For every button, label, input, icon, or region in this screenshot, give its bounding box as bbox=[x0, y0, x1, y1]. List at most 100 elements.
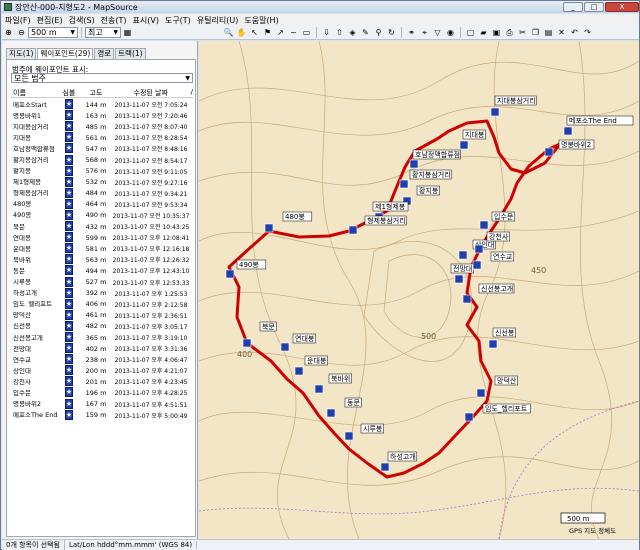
menu-search[interactable]: 검색(S) bbox=[66, 15, 98, 26]
map-waypoint[interactable]: 황지봉 bbox=[402, 185, 440, 206]
route-icon[interactable]: ⚲ bbox=[373, 27, 384, 38]
draw-icon[interactable]: ✎ bbox=[360, 27, 371, 38]
menu-file[interactable]: 파일(F) bbox=[2, 15, 34, 26]
map-waypoint[interactable]: 지대봉삼거리 bbox=[490, 95, 537, 117]
map-waypoint[interactable]: 북바위 bbox=[314, 373, 352, 394]
zoom-scale-select[interactable]: 500 m ▼ bbox=[28, 27, 78, 38]
waypoint-row[interactable]: 제1형제봉 ★ 532 m 2013-11-07 오전 9:27:16 bbox=[11, 176, 193, 188]
send-device-icon[interactable]: ⇧ bbox=[334, 27, 345, 38]
menu-transfer[interactable]: 전송(T) bbox=[98, 15, 130, 26]
paste-icon[interactable]: ▤ bbox=[543, 27, 554, 38]
route-tool-icon[interactable]: ↗ bbox=[275, 27, 286, 38]
waypoint-row[interactable]: 하성고개 ★ 392 m 2013-11-07 오후 1:25:53 bbox=[11, 287, 193, 299]
map-view[interactable]: 450 500 400 지대봉삼거리 지대봉 호남정맥합류점 황지봉삼거리 황지봉 제1형… bbox=[199, 41, 639, 539]
redo-icon[interactable]: ↷ bbox=[582, 27, 593, 38]
waypoint-row[interactable]: 형제봉삼거리 ★ 484 m 2013-11-07 오전 9:34:21 bbox=[11, 187, 193, 199]
waypoint-row[interactable]: 운대봉 ★ 581 m 2013-11-07 오후 12:16:18 bbox=[11, 243, 193, 254]
waypoint-row[interactable]: 망덕산 ★ 461 m 2013-11-07 오후 2:36:51 bbox=[11, 309, 193, 321]
waypoint-row[interactable]: 시루봉 ★ 527 m 2013-11-07 오후 12:53:33 bbox=[11, 276, 193, 288]
detail-level-select[interactable]: 최고 ▼ bbox=[85, 27, 121, 38]
map-waypoint[interactable]: 입수문 bbox=[479, 211, 515, 230]
waypoint-row[interactable]: 전망대 ★ 402 m 2013-11-07 오후 3:31:36 bbox=[11, 343, 193, 354]
waypoint-row[interactable]: 메포소Start ★ 144 m 2013-11-07 오전 7:05:24 bbox=[11, 99, 193, 110]
waypoint-row[interactable]: 명봉바위1 ★ 163 m 2013-11-07 오전 7:20:46 bbox=[11, 110, 193, 121]
waypoint-row[interactable]: 입수문 ★ 196 m 2013-11-07 오후 4:28:25 bbox=[11, 387, 193, 398]
select-tool-icon[interactable]: ↖ bbox=[249, 27, 260, 38]
waypoint-row[interactable]: 신선봉고개 ★ 365 m 2013-11-07 오후 3:19:10 bbox=[11, 332, 193, 343]
tab-maps[interactable]: 지도(1) bbox=[6, 48, 37, 59]
waypoint-row[interactable]: 상인대 ★ 200 m 2013-11-07 오후 4:21:07 bbox=[11, 365, 193, 376]
locate-icon[interactable]: ◉ bbox=[445, 27, 456, 38]
waypoint-row[interactable]: 임도_헬리포트 ★ 406 m 2013-11-07 오후 2:12:58 bbox=[11, 298, 193, 310]
waypoint-row[interactable]: 강천사 ★ 201 m 2013-11-07 오후 4:23:45 bbox=[11, 376, 193, 387]
map-waypoint[interactable]: 신선봉고개 bbox=[462, 283, 515, 304]
column-header-sort[interactable]: / bbox=[191, 88, 193, 97]
waypoint-tool-icon[interactable]: ⚑ bbox=[262, 27, 273, 38]
open-folder-icon[interactable]: ▰ bbox=[478, 27, 489, 38]
waypoint-row[interactable]: 지대봉삼거리 ★ 485 m 2013-11-07 오전 8:07:40 bbox=[11, 121, 193, 132]
zoom-out-icon[interactable]: ⊖ bbox=[16, 27, 27, 38]
waypoint-row[interactable]: 신선봉 ★ 482 m 2013-11-07 오후 3:05:17 bbox=[11, 320, 193, 332]
waypoint-row[interactable]: 북바위 ★ 563 m 2013-11-07 오후 12:26:32 bbox=[11, 254, 193, 265]
save-icon[interactable]: ▣ bbox=[491, 27, 502, 38]
waypoint-row[interactable]: 호남정맥합류점 ★ 547 m 2013-11-07 오전 8:48:16 bbox=[11, 143, 193, 154]
map-waypoint[interactable]: 황지봉삼거리 bbox=[399, 169, 452, 189]
copy-icon[interactable]: ❐ bbox=[530, 27, 541, 38]
map-waypoint[interactable]: 북문 bbox=[242, 321, 277, 348]
minimize-button[interactable]: _ bbox=[563, 2, 583, 12]
map-waypoint[interactable]: 신선봉 bbox=[488, 327, 516, 349]
receive-device-icon[interactable]: ⇩ bbox=[321, 27, 332, 38]
zoom-tool-icon[interactable]: 🔍 bbox=[223, 27, 234, 38]
filter-icon[interactable]: ▽ bbox=[432, 27, 443, 38]
binoculars-icon[interactable]: ⚭ bbox=[406, 27, 417, 38]
waypoint-row[interactable]: 명봉바위2 ★ 167 m 2013-11-07 오후 4:51:51 bbox=[11, 398, 193, 410]
map-waypoint[interactable]: 호남정맥합류점 bbox=[409, 149, 461, 169]
tab-routes[interactable]: 경로 bbox=[94, 48, 115, 59]
column-header-altitude[interactable]: 고도 bbox=[81, 88, 111, 97]
column-header-modified-date[interactable]: 수정된 날짜 bbox=[111, 88, 191, 97]
waypoint-row[interactable]: 490봉 ★ 490 m 2013-11-07 오전 10:35:37 bbox=[11, 209, 193, 221]
waypoint-row[interactable]: 메포소The End ★ 159 m 2013-11-07 오후 5:00:49 bbox=[11, 409, 193, 421]
map-waypoint[interactable]: 연대봉 bbox=[280, 333, 316, 352]
topographic-map[interactable]: 450 500 400 지대봉삼거리지대봉호남정맥합류점황지봉삼거리황지봉제1형… bbox=[199, 41, 639, 539]
menu-help[interactable]: 도움말(H) bbox=[241, 15, 281, 26]
menu-tools[interactable]: 도구(T) bbox=[162, 15, 194, 26]
cut-icon[interactable]: ✂ bbox=[517, 27, 528, 38]
waypoint-row[interactable]: 지대봉 ★ 561 m 2013-11-07 오전 8:28:54 bbox=[11, 132, 193, 143]
map-waypoint[interactable]: 형제봉삼거리 bbox=[348, 215, 407, 235]
track-tool-icon[interactable]: ~ bbox=[288, 27, 299, 38]
map-tool-icon[interactable]: ▭ bbox=[301, 27, 312, 38]
zoom-in-icon[interactable]: ⊕ bbox=[3, 27, 14, 38]
delete-icon[interactable]: ✕ bbox=[556, 27, 567, 38]
waypoint-row[interactable]: 연대봉 ★ 599 m 2013-11-07 오후 12:08:41 bbox=[11, 232, 193, 243]
waypoint-row[interactable]: 480봉 ★ 464 m 2013-11-07 오전 9:53:34 bbox=[11, 198, 193, 210]
menu-view[interactable]: 표시(V) bbox=[130, 15, 162, 26]
column-header-symbol[interactable]: 심볼 bbox=[57, 88, 81, 97]
map-waypoint[interactable]: 명봉바위2 bbox=[544, 139, 595, 157]
column-header-name[interactable]: 이름 bbox=[11, 88, 57, 97]
map-waypoint[interactable]: 시루봉 bbox=[344, 423, 384, 441]
hand-tool-icon[interactable]: ✋ bbox=[236, 27, 247, 38]
map-waypoint[interactable]: 연수교 bbox=[472, 251, 514, 270]
map-waypoint[interactable]: 메포소The End bbox=[563, 115, 634, 136]
undo-icon[interactable]: ↶ bbox=[569, 27, 580, 38]
menu-utilities[interactable]: 유틸리티(U) bbox=[194, 15, 242, 26]
map-waypoint[interactable]: 480봉 bbox=[264, 211, 313, 233]
map-waypoint[interactable]: 지대봉 bbox=[459, 129, 486, 150]
map-waypoint[interactable]: 동문 bbox=[326, 397, 362, 418]
waypoint-row[interactable]: 동문 ★ 494 m 2013-11-07 오후 12:43:10 bbox=[11, 265, 193, 276]
detail-icon[interactable]: ▦ bbox=[122, 27, 133, 38]
close-button[interactable]: X bbox=[605, 2, 639, 12]
category-filter-select[interactable]: 모든 범주 ▼ bbox=[11, 73, 193, 83]
map-set-icon[interactable]: ◈ bbox=[347, 27, 358, 38]
print-icon[interactable]: ⎙ bbox=[504, 27, 515, 38]
waypoint-row[interactable]: 연수교 ★ 238 m 2013-11-07 오후 4:06:47 bbox=[11, 354, 193, 365]
waypoint-row[interactable]: 북문 ★ 432 m 2013-11-07 오전 10:43:25 bbox=[11, 221, 193, 232]
new-file-icon[interactable]: ▢ bbox=[465, 27, 476, 38]
tab-tracks[interactable]: 트랙(1) bbox=[115, 48, 146, 59]
menu-edit[interactable]: 편집(E) bbox=[34, 15, 66, 26]
refresh-icon[interactable]: ↻ bbox=[386, 27, 397, 38]
waypoint-row[interactable]: 황지봉 ★ 576 m 2013-11-07 오전 9:11:05 bbox=[11, 165, 193, 177]
waypoint-row[interactable]: 황지봉삼거리 ★ 568 m 2013-11-07 오전 8:54:17 bbox=[11, 154, 193, 165]
find-places-icon[interactable]: ⌖ bbox=[419, 27, 430, 38]
